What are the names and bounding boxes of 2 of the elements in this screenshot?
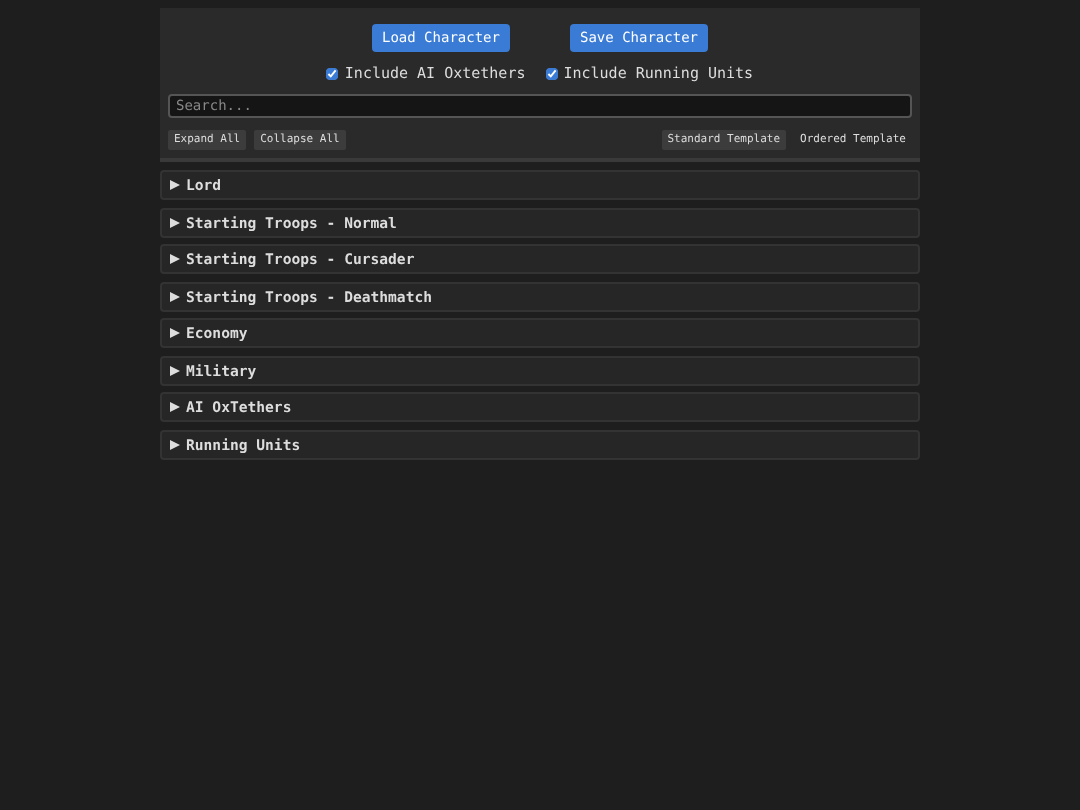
checkbox[interactable] (545, 67, 558, 79)
checkbox[interactable] (326, 67, 339, 79)
